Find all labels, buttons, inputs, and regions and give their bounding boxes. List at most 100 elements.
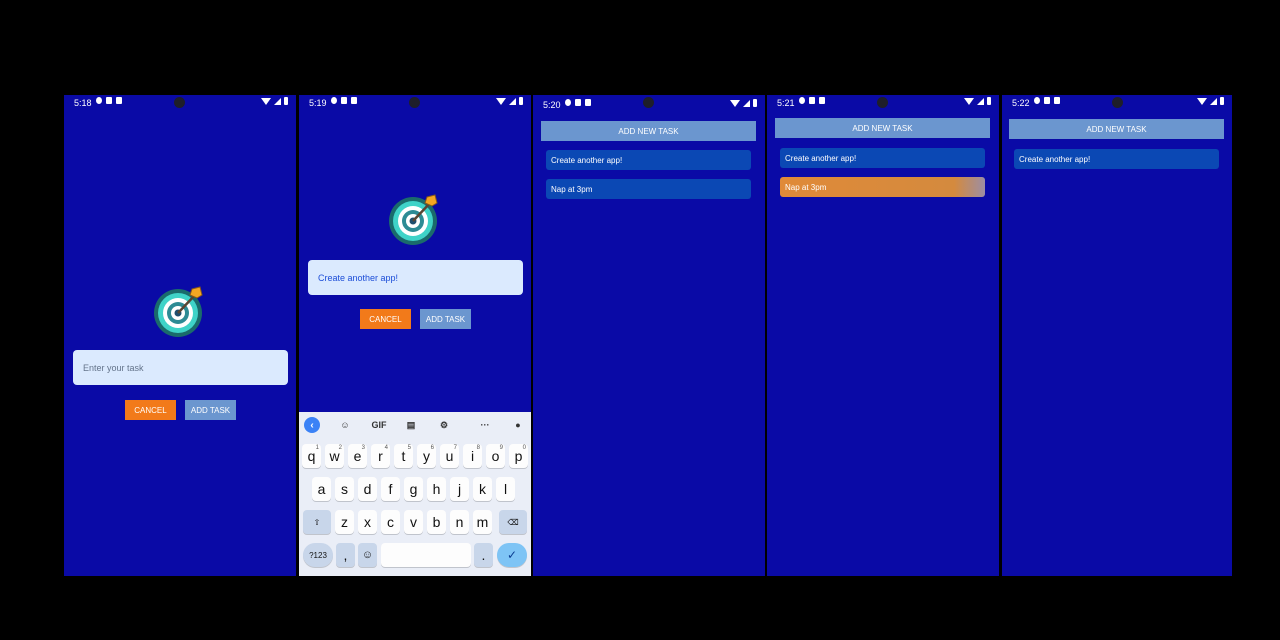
sim-icon: [575, 99, 581, 106]
emoji-icon[interactable]: ☺: [358, 543, 377, 567]
goal-item[interactable]: Create another app!: [1014, 149, 1219, 169]
add-new-task-button[interactable]: ADD NEW TASK: [1009, 119, 1224, 139]
wifi-icon: [964, 97, 974, 105]
key-d[interactable]: d: [358, 477, 377, 501]
add-new-task-button[interactable]: ADD NEW TASK: [541, 121, 756, 141]
add-new-task-button[interactable]: ADD NEW TASK: [775, 118, 990, 138]
phone-screen-4: 5:21 ADD NEW TASK Create another app! Na…: [767, 95, 999, 576]
key-j[interactable]: j: [450, 477, 469, 501]
camera-cutout: [643, 97, 654, 108]
check-icon[interactable]: ✓: [497, 543, 527, 567]
signal-icon: [743, 99, 750, 107]
more-icon[interactable]: ···: [477, 417, 493, 433]
shift-icon[interactable]: ⇧: [303, 510, 331, 534]
key-k[interactable]: k: [473, 477, 492, 501]
key-f[interactable]: f: [381, 477, 400, 501]
battery-icon: [1220, 97, 1224, 105]
camera-cutout: [877, 97, 888, 108]
notification-icon: [351, 97, 357, 104]
comma-key[interactable]: ,: [336, 543, 355, 567]
key-o[interactable]: o9: [486, 444, 505, 468]
backspace-icon[interactable]: ⌫: [499, 510, 527, 534]
signal-icon: [1210, 97, 1217, 105]
shield-icon: [799, 97, 805, 104]
key-hint: 1: [315, 445, 319, 451]
key-hint: 3: [361, 445, 365, 451]
key-hint: 5: [407, 445, 411, 451]
key-w[interactable]: w2: [325, 444, 344, 468]
battery-icon: [753, 99, 757, 107]
status-bar: 5:18: [64, 95, 296, 111]
key-b[interactable]: b: [427, 510, 446, 534]
status-bar: 5:20: [533, 95, 765, 111]
task-input[interactable]: [308, 260, 523, 295]
battery-icon: [987, 97, 991, 105]
wifi-icon: [496, 97, 506, 105]
key-y[interactable]: y6: [417, 444, 436, 468]
phone-screen-1: 5:18 CANCEL ADD TASK: [64, 95, 296, 576]
key-m[interactable]: m: [473, 510, 492, 534]
period-key[interactable]: .: [474, 543, 493, 567]
task-input[interactable]: [73, 350, 288, 385]
space-key[interactable]: [381, 543, 471, 567]
key-e[interactable]: e3: [348, 444, 367, 468]
wifi-icon: [261, 97, 271, 105]
key-q[interactable]: q1: [302, 444, 321, 468]
sim-icon: [106, 97, 112, 104]
notification-icon: [819, 97, 825, 104]
add-task-button[interactable]: ADD TASK: [420, 309, 471, 329]
mic-icon[interactable]: ●: [510, 417, 526, 433]
goal-item[interactable]: Create another app!: [780, 148, 985, 168]
key-x[interactable]: x: [358, 510, 377, 534]
status-bar: 5:19: [299, 95, 531, 111]
camera-cutout: [1112, 97, 1123, 108]
status-time: 5:20: [543, 100, 561, 110]
key-s[interactable]: s: [335, 477, 354, 501]
notification-icon: [116, 97, 122, 104]
target-arrow-icon: [152, 285, 204, 337]
signal-icon: [274, 97, 281, 105]
key-r[interactable]: r4: [371, 444, 390, 468]
gif-button[interactable]: GIF: [369, 417, 389, 433]
key-h[interactable]: h: [427, 477, 446, 501]
key-z[interactable]: z: [335, 510, 354, 534]
key-i[interactable]: i8: [463, 444, 482, 468]
status-time: 5:21: [777, 98, 795, 108]
clipboard-icon[interactable]: ▤: [403, 417, 419, 433]
chevron-left-icon[interactable]: ‹: [304, 417, 320, 433]
phone-screen-5: 5:22 ADD NEW TASK Create another app!: [1002, 95, 1232, 576]
key-hint: 7: [453, 445, 457, 451]
phone-screen-3: 5:20 ADD NEW TASK Create another app! Na…: [533, 95, 765, 576]
goal-item-pressed[interactable]: Nap at 3pm: [780, 177, 985, 197]
battery-icon: [284, 97, 288, 105]
sim-icon: [809, 97, 815, 104]
key-v[interactable]: v: [404, 510, 423, 534]
wifi-icon: [730, 99, 740, 107]
camera-cutout: [409, 97, 420, 108]
cancel-button[interactable]: CANCEL: [360, 309, 411, 329]
key-p[interactable]: p0: [509, 444, 528, 468]
sticker-icon[interactable]: ☺: [337, 417, 353, 433]
key-a[interactable]: a: [312, 477, 331, 501]
goal-item[interactable]: Nap at 3pm: [546, 179, 751, 199]
key-hint: 8: [476, 445, 480, 451]
shield-icon: [331, 97, 337, 104]
status-time: 5:19: [309, 98, 327, 108]
key-g[interactable]: g: [404, 477, 423, 501]
key-hint: 6: [430, 445, 434, 451]
gear-icon[interactable]: ⚙: [436, 417, 452, 433]
battery-icon: [519, 97, 523, 105]
key-u[interactable]: u7: [440, 444, 459, 468]
cancel-button[interactable]: CANCEL: [125, 400, 176, 420]
key-l[interactable]: l: [496, 477, 515, 501]
add-task-button[interactable]: ADD TASK: [185, 400, 236, 420]
key-t[interactable]: t5: [394, 444, 413, 468]
notification-icon: [585, 99, 591, 106]
on-screen-keyboard: ‹ ☺ GIF ▤ ⚙ ··· ● q1w2e3r4t5y6u7i8o9p0 a…: [299, 412, 531, 576]
key-hint: 2: [338, 445, 342, 451]
key-hint: 0: [522, 445, 526, 451]
goal-item[interactable]: Create another app!: [546, 150, 751, 170]
key-c[interactable]: c: [381, 510, 400, 534]
key-n[interactable]: n: [450, 510, 469, 534]
symbols-key[interactable]: ?123: [303, 543, 333, 567]
